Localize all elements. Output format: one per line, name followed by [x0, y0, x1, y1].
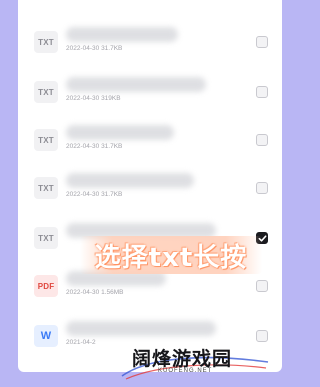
file-checkbox[interactable] — [256, 36, 268, 48]
file-row[interactable]: TXT 2022-04-30 319KB — [18, 72, 282, 112]
site-watermark: 阔烽游戏园 KUOFENG.NET — [120, 344, 270, 382]
txt-file-icon: TXT — [34, 81, 58, 103]
file-date: 2021-04-2 — [66, 339, 96, 346]
file-checkbox[interactable] — [256, 86, 268, 98]
file-checkbox[interactable] — [256, 182, 268, 194]
file-size: 31.7KB — [101, 191, 123, 198]
txt-file-icon: TXT — [34, 31, 58, 53]
file-size: 1.56MB — [101, 289, 124, 296]
file-checkbox[interactable] — [256, 330, 268, 342]
file-date: 2022-04-30 — [66, 45, 100, 52]
file-name-redacted — [66, 77, 206, 92]
caption-text: 选择txt长按 — [94, 242, 248, 273]
file-size: 31.7KB — [101, 143, 123, 150]
file-meta: 2022-04-30 319KB — [66, 95, 121, 102]
watermark-subtitle: KUOFENG.NET — [158, 368, 213, 374]
file-size: 319KB — [101, 95, 121, 102]
file-checkbox[interactable] — [256, 280, 268, 292]
txt-file-icon: TXT — [34, 129, 58, 151]
txt-file-icon: TXT — [34, 177, 58, 199]
file-checkbox[interactable] — [256, 134, 268, 146]
file-meta: 2022-04-30 31.7KB — [66, 45, 122, 52]
txt-file-icon: TXT — [34, 227, 58, 249]
file-meta: 2022-04-30 1.56MB — [66, 289, 123, 296]
watermark-title: 阔烽游戏园 — [132, 348, 233, 370]
file-row[interactable]: TXT 2022-04-30 31.7KB — [18, 168, 282, 208]
file-date: 2022-04-30 — [66, 289, 100, 296]
file-row[interactable]: TXT 2022-04-30 31.7KB — [18, 120, 282, 160]
file-date: 2022-04-30 — [66, 143, 100, 150]
file-name-redacted — [66, 173, 194, 188]
file-date: 2022-04-30 — [66, 95, 100, 102]
file-size: 31.7KB — [101, 45, 123, 52]
file-name-redacted — [66, 27, 178, 42]
file-meta: 2022-04-30 31.7KB — [66, 143, 122, 150]
file-meta: 2022-04-30 31.7KB — [66, 191, 122, 198]
file-meta: 2021-04-2 — [66, 339, 96, 346]
word-file-icon: W — [34, 325, 58, 347]
file-row[interactable]: TXT 2022-04-30 31.7KB — [18, 22, 282, 62]
pdf-file-icon: PDF — [34, 275, 58, 297]
file-name-redacted — [66, 125, 174, 140]
file-date: 2022-04-30 — [66, 191, 100, 198]
file-name-redacted — [66, 321, 216, 336]
file-picker-panel: TXT 2022-04-30 31.7KB TXT 2022-04-30 319… — [18, 0, 282, 372]
instruction-caption: 选择txt长按 — [80, 236, 262, 274]
